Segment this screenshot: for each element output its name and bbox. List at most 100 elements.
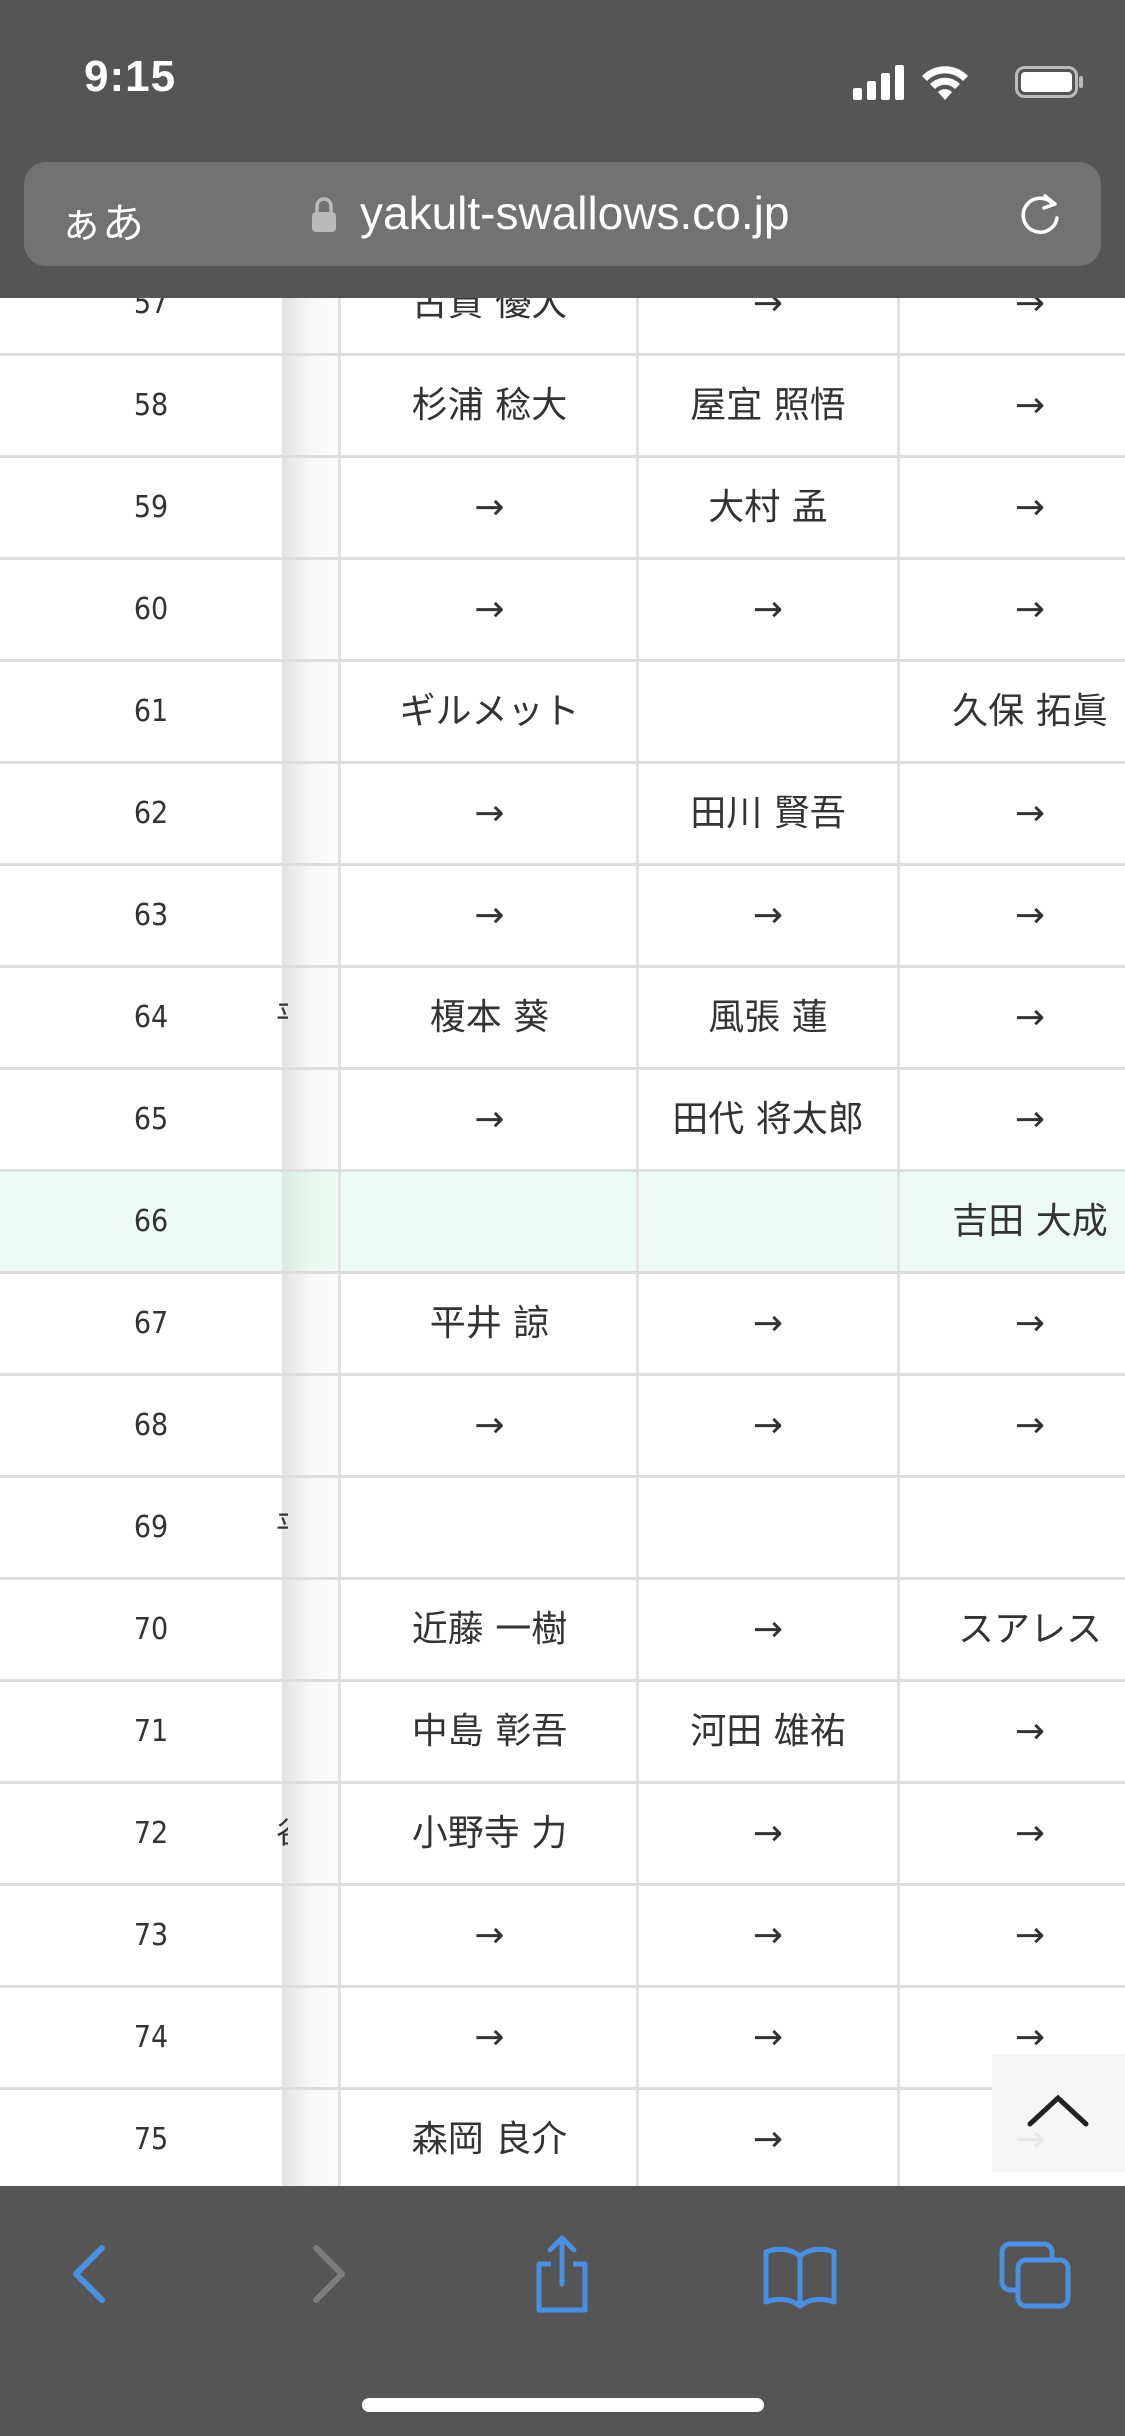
table-row: 70 近藤 一樹 → スアレス — [0, 1580, 1125, 1682]
clipped-cell-text — [276, 356, 288, 455]
wifi-icon — [922, 66, 968, 100]
table-cell: 河田 雄祐 — [636, 1682, 897, 1781]
table-cell: 古賀 優大 — [338, 298, 638, 353]
table-cell: → — [897, 1682, 1125, 1781]
row-number: 63 — [133, 898, 169, 933]
table-cell — [636, 1172, 897, 1271]
table-row: 58 杉浦 稔大 屋宜 照悟 → — [0, 356, 1125, 458]
table-cell: → — [338, 458, 638, 557]
row-number: 59 — [133, 490, 169, 525]
row-number: 73 — [133, 1918, 169, 1953]
clipped-cell-text — [276, 458, 288, 557]
table-cell: → — [897, 458, 1125, 557]
row-number: 71 — [133, 1714, 169, 1749]
row-number: 61 — [133, 694, 169, 729]
table-cell — [636, 1478, 897, 1577]
table-cell: → — [897, 968, 1125, 1067]
status-icons — [825, 62, 1085, 102]
table-cell: → — [897, 764, 1125, 863]
row-number: 69 — [133, 1510, 169, 1545]
table-cell: → — [636, 560, 897, 659]
row-number: 62 — [133, 796, 169, 831]
table-cell: → — [897, 298, 1125, 353]
back-to-top-button[interactable] — [992, 2054, 1125, 2172]
table-row: 68 → → → — [0, 1376, 1125, 1478]
table-cell: ギルメット — [338, 662, 638, 761]
tabs-icon[interactable] — [998, 2234, 1074, 2314]
table-row: 57 古賀 優大 → → — [0, 298, 1125, 356]
row-number: 75 — [133, 2122, 169, 2157]
row-number: 70 — [133, 1612, 169, 1647]
back-icon[interactable] — [54, 2234, 124, 2314]
table-cell: 近藤 一樹 — [338, 1580, 638, 1679]
table-row: 71 中島 彰吾 河田 雄祐 → — [0, 1682, 1125, 1784]
table-row: 69 平 — [0, 1478, 1125, 1580]
clipped-cell-text — [276, 1580, 288, 1679]
battery-icon — [1015, 66, 1083, 98]
table-row: 66 吉田 大成 — [0, 1172, 1125, 1274]
clipped-cell-text — [276, 1274, 288, 1373]
clipped-cell-text — [276, 298, 288, 353]
table-row: 59 → 大村 孟 → — [0, 458, 1125, 560]
row-number: 64 — [133, 1000, 169, 1035]
table-row: 64 平榎本 葵風張 蓮→ — [0, 968, 1125, 1070]
clipped-cell-text — [276, 2090, 288, 2186]
share-icon[interactable] — [527, 2234, 597, 2314]
row-number: 65 — [133, 1102, 169, 1137]
table-cell: → — [338, 1376, 638, 1475]
clipped-cell-text — [276, 1988, 288, 2087]
table-cell: 平井 諒 — [338, 1274, 638, 1373]
table-cell: 田代 将太郎 — [636, 1070, 897, 1169]
table-cell: 小野寺 力 — [338, 1784, 638, 1883]
table-cell: → — [636, 298, 897, 353]
table-cell: → — [636, 2090, 897, 2186]
table-cell — [636, 662, 897, 761]
table-cell: → — [897, 1784, 1125, 1883]
table-cell: → — [636, 1988, 897, 2087]
url-text[interactable]: yakult-swallows.co.jp — [360, 186, 789, 240]
status-bar: 9:15 — [0, 0, 1125, 150]
clipped-cell-text — [276, 560, 288, 659]
address-bar[interactable]: ぁあ yakult-swallows.co.jp — [24, 162, 1101, 266]
reader-aa-button[interactable]: ぁあ — [60, 190, 144, 251]
roster-table[interactable]: 57 古賀 優大 → → 58 杉浦 稔大 屋宜 照悟 → 59 → 大村 孟 → 60 → → → 61 ギルメ… — [0, 298, 1125, 2186]
table-cell: 風張 蓮 — [636, 968, 897, 1067]
table-cell: → — [636, 1886, 897, 1985]
clipped-cell-text: 平 — [276, 968, 288, 1067]
table-cell: → — [636, 866, 897, 965]
forward-icon[interactable] — [294, 2234, 364, 2314]
clipped-cell-text: 平 — [276, 1478, 288, 1577]
row-number: 66 — [133, 1204, 169, 1239]
table-rows: 57 古賀 優大 → → 58 杉浦 稔大 屋宜 照悟 → 59 → 大村 孟 → 60 → → → 61 ギルメ… — [0, 298, 1125, 2186]
clipped-cell-text — [276, 1070, 288, 1169]
row-number: 74 — [133, 2020, 169, 2055]
table-cell: 田川 賢吾 — [636, 764, 897, 863]
status-time: 9:15 — [84, 52, 177, 101]
clipped-cell-text — [276, 764, 288, 863]
table-row: 67 平井 諒 → → — [0, 1274, 1125, 1376]
home-indicator — [362, 2398, 764, 2412]
table-cell — [338, 1478, 638, 1577]
clipped-cell-text — [276, 1682, 288, 1781]
row-number: 58 — [133, 388, 169, 423]
table-cell — [338, 1172, 638, 1271]
table-row: 75森岡 良介→→ — [0, 2090, 1125, 2186]
table-cell: 久保 拓眞 — [897, 662, 1125, 761]
reload-icon[interactable] — [1015, 190, 1065, 240]
row-number: 67 — [133, 1306, 169, 1341]
table-cell: → — [897, 1070, 1125, 1169]
table-cell: → — [636, 1274, 897, 1373]
table-cell: → — [897, 356, 1125, 455]
table-cell: 屋宜 照悟 — [636, 356, 897, 455]
bookmarks-icon[interactable] — [762, 2234, 838, 2314]
table-cell: → — [636, 1376, 897, 1475]
browser-address-area: ぁあ yakult-swallows.co.jp — [0, 150, 1125, 298]
table-row: 74 → → → — [0, 1988, 1125, 2090]
table-row: 63 → → → — [0, 866, 1125, 968]
table-cell: → — [338, 1070, 638, 1169]
row-number: 72 — [133, 1816, 169, 1851]
table-cell: → — [897, 1274, 1125, 1373]
table-cell: → — [338, 866, 638, 965]
table-cell: 杉浦 稔大 — [338, 356, 638, 455]
table-row: 61 ギルメット 久保 拓眞 — [0, 662, 1125, 764]
